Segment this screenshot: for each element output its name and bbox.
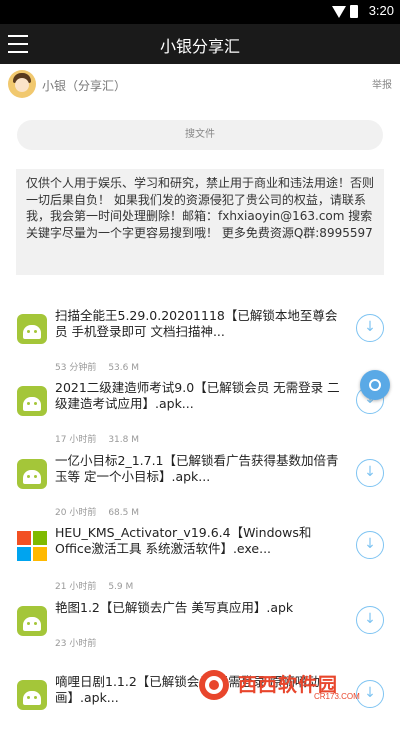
file-title: 扫描全能王5.29.0.20201118【已解锁本地至尊会员 手机登录即可 文档… <box>55 308 338 339</box>
file-meta: 21 小时前 5.9 M <box>55 579 133 592</box>
download-icon[interactable]: ↓ <box>356 459 384 487</box>
file-size: 31.8 M <box>108 435 139 445</box>
list-item[interactable]: 一亿小目标2_1.7.1【已解锁看广告获得基数加倍青玉等 定一个小目标】.apk… <box>0 447 400 518</box>
file-meta: 20 小时前 68.5 M <box>55 505 139 518</box>
profile-header: 小银（分享汇） 举报 <box>0 64 400 108</box>
status-time: 3:20 <box>368 3 394 18</box>
wifi-icon <box>332 6 346 18</box>
file-time: 23 小时前 <box>55 639 97 649</box>
battery-icon <box>350 5 358 18</box>
file-size: 53.6 M <box>108 363 139 373</box>
file-title: 艳图1.2【已解锁去广告 美写真应用】.apk <box>55 600 294 615</box>
windows-icon <box>17 531 47 561</box>
file-size: 5.9 M <box>108 582 134 592</box>
notice-text: 仅供个人用于娱乐、学习和研究，禁止用于商业和违法用途！否则一切后果自负！ 如果我… <box>16 169 384 275</box>
file-time: 20 小时前 <box>55 508 97 518</box>
profile-name: 小银（分享汇） <box>42 79 127 93</box>
watermark-url: CR173.COM <box>314 692 360 701</box>
list-item[interactable]: 2021二级建造师考试9.0【已解锁会员 无需登录 二级建造考试应用】.apk.… <box>0 374 400 445</box>
page-title: 小银分享汇 <box>159 37 240 56</box>
file-meta: 53 分钟前 53.6 M <box>55 360 139 373</box>
file-title: HEU_KMS_Activator_v19.6.4【Windows和Office… <box>55 525 312 556</box>
list-item[interactable]: HEU_KMS_Activator_v19.6.4【Windows和Office… <box>0 519 400 592</box>
download-icon[interactable]: ↓ <box>356 606 384 634</box>
floating-action-button[interactable] <box>360 370 390 400</box>
android-icon <box>17 606 47 636</box>
download-icon[interactable]: ↓ <box>356 314 384 342</box>
status-bar: 3:20 <box>0 0 400 24</box>
file-time: 17 小时前 <box>55 435 97 445</box>
search-button[interactable]: 搜文件 <box>17 120 383 150</box>
download-icon[interactable]: ↓ <box>356 531 384 559</box>
list-item[interactable]: 扫描全能王5.29.0.20201118【已解锁本地至尊会员 手机登录即可 文档… <box>0 302 400 373</box>
file-meta: 23 小时前 <box>55 636 108 649</box>
file-title: 2021二级建造师考试9.0【已解锁会员 无需登录 二级建造考试应用】.apk.… <box>55 380 340 411</box>
file-meta: 17 小时前 31.8 M <box>55 432 139 445</box>
file-size: 68.5 M <box>108 508 139 518</box>
android-icon <box>17 314 47 344</box>
watermark-logo-icon <box>199 670 229 700</box>
android-icon <box>17 386 47 416</box>
android-icon <box>17 680 47 710</box>
file-time: 53 分钟前 <box>55 363 97 373</box>
list-item[interactable]: 艳图1.2【已解锁去广告 美写真应用】.apk 23 小时前 ↓ <box>0 594 400 664</box>
watermark: 西西软件园 CR173.COM <box>194 664 400 704</box>
android-icon <box>17 459 47 489</box>
report-button[interactable]: 举报 <box>372 76 392 91</box>
file-time: 21 小时前 <box>55 582 97 592</box>
app-bar: 小银分享汇 <box>0 24 400 64</box>
avatar[interactable] <box>8 70 36 98</box>
file-title: 一亿小目标2_1.7.1【已解锁看广告获得基数加倍青玉等 定一个小目标】.apk… <box>55 453 339 484</box>
